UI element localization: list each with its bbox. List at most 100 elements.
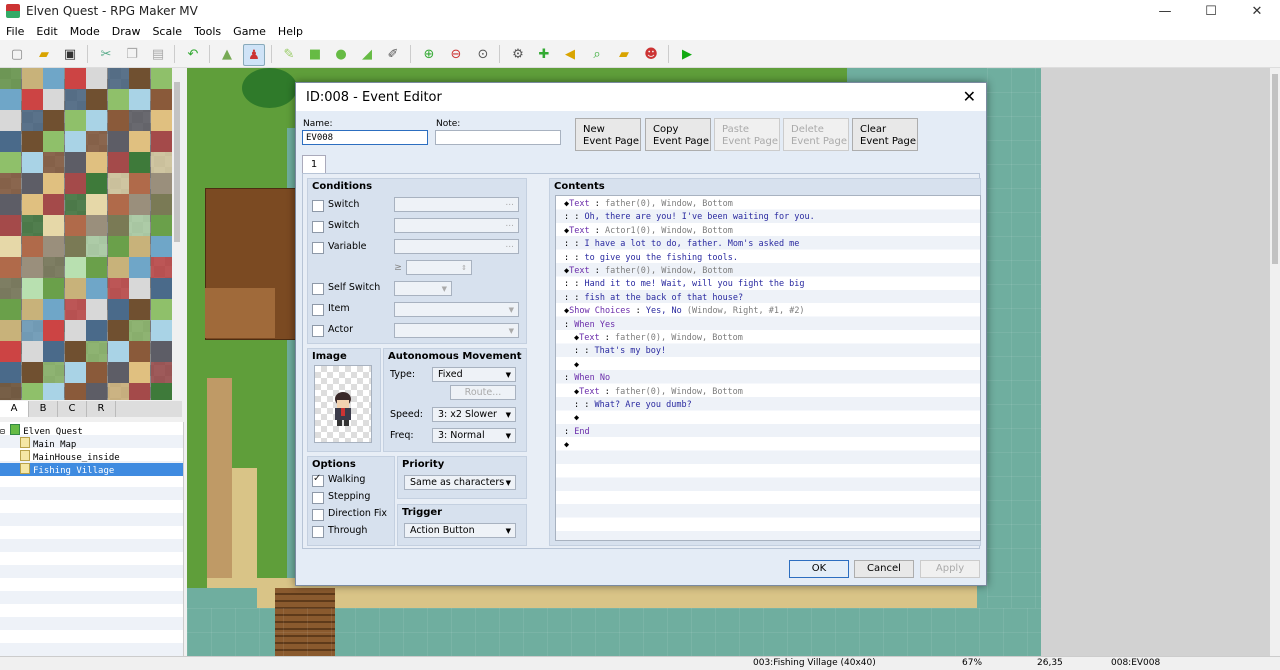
- event-command-line[interactable]: ◆Text : Actor1(0), Window, Bottom: [564, 225, 733, 238]
- tree-item-mainhouse-inside[interactable]: MainHouse_inside: [0, 450, 183, 463]
- minimize-button[interactable]: —: [1142, 0, 1188, 22]
- window-close-button[interactable]: ✕: [1234, 0, 1280, 22]
- tile-swatch[interactable]: [107, 131, 129, 152]
- tile-swatch[interactable]: [129, 215, 150, 236]
- freq-select[interactable]: 3: Normal ▼: [432, 428, 516, 443]
- menu-tools[interactable]: Tools: [188, 25, 227, 38]
- tile-swatch[interactable]: [129, 383, 150, 400]
- copy-event-page-button[interactable]: Copy Event Page: [645, 118, 711, 151]
- name-input[interactable]: EV008: [302, 130, 428, 145]
- priority-select[interactable]: Same as characters ▼: [404, 475, 516, 490]
- tile-swatch[interactable]: [129, 152, 150, 173]
- tile-swatch[interactable]: [0, 278, 21, 299]
- tile-swatch[interactable]: [0, 110, 21, 131]
- switch2-checkbox[interactable]: [312, 221, 324, 233]
- tile-swatch[interactable]: [150, 383, 172, 400]
- tile-swatch[interactable]: [21, 152, 43, 173]
- tile-swatch[interactable]: [0, 320, 21, 341]
- item-checkbox[interactable]: [312, 304, 324, 316]
- tile-swatch[interactable]: [86, 68, 107, 89]
- switch1-selector[interactable]: ...: [394, 197, 519, 212]
- tile-swatch[interactable]: [107, 257, 129, 278]
- cancel-button[interactable]: Cancel: [854, 560, 914, 578]
- new-event-page-button[interactable]: New Event Page: [575, 118, 641, 151]
- tile-swatch[interactable]: [64, 362, 86, 383]
- tile-swatch[interactable]: [150, 89, 172, 110]
- resource-manager-icon[interactable]: ▰: [614, 44, 634, 64]
- event-command-line[interactable]: ◆Text : father(0), Window, Bottom: [574, 332, 743, 345]
- tile-swatch[interactable]: [150, 173, 172, 194]
- tile-swatch[interactable]: [21, 194, 43, 215]
- tile-swatch[interactable]: [86, 173, 107, 194]
- tile-swatch[interactable]: [107, 194, 129, 215]
- maximize-button[interactable]: ☐: [1188, 0, 1234, 22]
- tile-swatch[interactable]: [0, 383, 21, 400]
- tile-swatch[interactable]: [43, 68, 64, 89]
- tile-swatch[interactable]: [150, 320, 172, 341]
- tile-swatch[interactable]: [0, 236, 21, 257]
- tile-swatch[interactable]: [64, 89, 86, 110]
- event-command-line[interactable]: ◆Text : father(0), Window, Bottom: [574, 386, 743, 399]
- tile-swatch[interactable]: [86, 194, 107, 215]
- tile-swatch[interactable]: [0, 341, 21, 362]
- menu-file[interactable]: File: [0, 25, 30, 38]
- tile-swatch[interactable]: [150, 236, 172, 257]
- tile-swatch[interactable]: [21, 299, 43, 320]
- playtest-icon[interactable]: ▶: [677, 44, 697, 64]
- tile-swatch[interactable]: [107, 152, 129, 173]
- event-mode-icon[interactable]: ♟: [243, 44, 265, 66]
- tile-swatch[interactable]: [43, 152, 64, 173]
- tile-swatch[interactable]: [0, 299, 21, 320]
- tile-swatch[interactable]: [21, 236, 43, 257]
- tile-swatch[interactable]: [0, 68, 21, 89]
- event-command-line[interactable]: : : That's my boy!: [574, 345, 666, 358]
- event-command-line[interactable]: : : to give you the fishing tools.: [564, 252, 738, 265]
- tile-swatch[interactable]: [21, 215, 43, 236]
- event-image-picker[interactable]: [314, 365, 372, 443]
- event-command-line[interactable]: : : What? Are you dumb?: [574, 399, 692, 412]
- tile-swatch[interactable]: [129, 68, 150, 89]
- tile-swatch[interactable]: [0, 257, 21, 278]
- new-project-icon[interactable]: ▢: [7, 44, 27, 64]
- tile-swatch[interactable]: [43, 194, 64, 215]
- tile-swatch[interactable]: [129, 194, 150, 215]
- tile-swatch[interactable]: [64, 131, 86, 152]
- open-folder-icon[interactable]: ▰: [34, 44, 54, 64]
- tile-swatch[interactable]: [107, 110, 129, 131]
- speed-select[interactable]: 3: x2 Slower ▼: [432, 407, 516, 422]
- map-vertical-scrollbar[interactable]: [1270, 68, 1280, 656]
- tile-swatch[interactable]: [43, 131, 64, 152]
- tile-swatch[interactable]: [150, 257, 172, 278]
- variable-selector[interactable]: ...: [394, 239, 519, 254]
- tile-swatch[interactable]: [129, 257, 150, 278]
- tile-swatch[interactable]: [64, 173, 86, 194]
- tile-swatch[interactable]: [21, 89, 43, 110]
- tile-swatch[interactable]: [0, 194, 21, 215]
- stepping-checkbox[interactable]: [312, 492, 324, 504]
- menu-help[interactable]: Help: [272, 25, 309, 38]
- tile-swatch[interactable]: [86, 131, 107, 152]
- event-command-line[interactable]: ◆Text : father(0), Window, Bottom: [564, 265, 733, 278]
- tile-swatch[interactable]: [64, 236, 86, 257]
- tile-swatch[interactable]: [107, 215, 129, 236]
- event-command-line[interactable]: : When No: [564, 372, 610, 385]
- tile-swatch[interactable]: [21, 383, 43, 400]
- menu-game[interactable]: Game: [227, 25, 272, 38]
- event-command-line[interactable]: : When Yes: [564, 319, 615, 332]
- tile-swatch[interactable]: [107, 236, 129, 257]
- clear-event-page-button[interactable]: Clear Event Page: [852, 118, 918, 151]
- tile-swatch[interactable]: [150, 299, 172, 320]
- tile-swatch[interactable]: [64, 68, 86, 89]
- tile-swatch[interactable]: [129, 341, 150, 362]
- event-command-line[interactable]: : End: [564, 426, 590, 439]
- tile-swatch[interactable]: [21, 341, 43, 362]
- paste-icon[interactable]: ▤: [148, 44, 168, 64]
- tile-swatch[interactable]: [21, 278, 43, 299]
- copy-icon[interactable]: ❐: [122, 44, 142, 64]
- sound-test-icon[interactable]: ◀: [560, 44, 580, 64]
- tile-swatch[interactable]: [43, 383, 64, 400]
- tile-swatch[interactable]: [43, 215, 64, 236]
- event-command-line[interactable]: : : fish at the back of that house?: [564, 292, 743, 305]
- tile-swatch[interactable]: [107, 362, 129, 383]
- tile-swatch[interactable]: [21, 257, 43, 278]
